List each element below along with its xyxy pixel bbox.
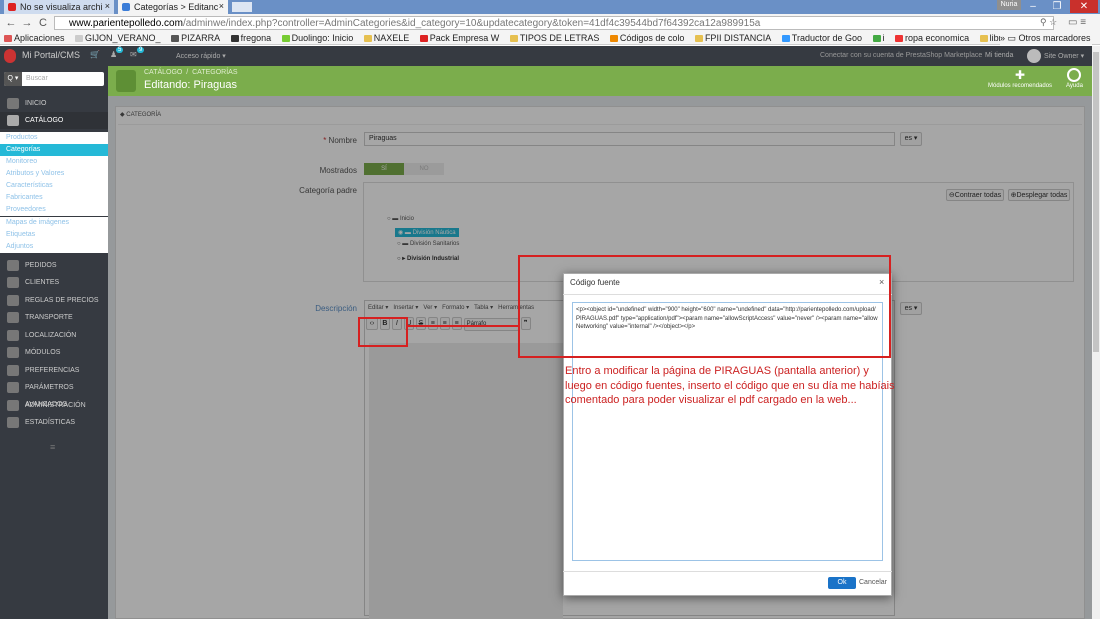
sidebar-subitem[interactable]: Mapas de imágenes <box>0 217 108 229</box>
minimize-icon[interactable]: – <box>1022 0 1044 13</box>
wrench-icon <box>7 365 19 376</box>
prestashop-icon <box>122 3 130 11</box>
editor-body[interactable] <box>369 343 563 619</box>
bookmark-item[interactable]: Pack Empresa W <box>416 32 504 44</box>
tab-label: Categorías > Editanc <box>134 2 219 12</box>
annotation-text: Entro a modificar la página de PIRAGUAS … <box>565 365 895 406</box>
sidebar-subitem[interactable]: Adjuntos <box>0 241 108 253</box>
sidebar-item-parametros[interactable]: PARÁMETROS AVANZADOS <box>0 379 108 408</box>
sidebar-subitem[interactable]: Proveedores <box>0 204 108 216</box>
recommended-modules-button[interactable]: Módulos recomendados <box>988 83 1052 89</box>
bookmarks-bar: Aplicaciones GIJON_VERANO_ PIZARRA frego… <box>0 32 1100 45</box>
bookmark-item[interactable]: Duolingo: Inicio <box>278 32 358 44</box>
sidebar-item-preferencias[interactable]: PREFERENCIAS <box>0 362 108 379</box>
sidebar-item-localizacion[interactable]: LOCALIZACIÓN <box>0 327 108 344</box>
bookmark-item[interactable]: GIJON_VERANO_ <box>71 32 165 44</box>
maximize-icon[interactable]: ❐ <box>1046 0 1068 13</box>
browser-tab-2[interactable]: Categorías > Editanc × <box>118 0 228 14</box>
bookmark-item[interactable]: ropa economica <box>891 32 973 44</box>
gmail-icon <box>8 3 16 11</box>
sidebar-item-transporte[interactable]: TRANSPORTE <box>0 309 108 326</box>
prestashop-logo-icon <box>4 49 16 63</box>
browser-tab-1[interactable]: No se visualiza archi × <box>4 0 114 14</box>
cart-icon[interactable]: 🛒 <box>90 50 100 59</box>
divider <box>563 571 892 572</box>
back-icon[interactable]: ← <box>4 14 18 32</box>
orders-icon <box>7 260 19 271</box>
brand-title[interactable]: Mi Portal/CMS <box>22 50 80 60</box>
forward-icon[interactable]: → <box>20 14 34 32</box>
price-rules-icon <box>7 295 19 306</box>
messages-icon[interactable]: ✉ <box>130 50 137 59</box>
sidebar-subitem[interactable]: Monitoreo <box>0 156 108 168</box>
window-close-icon[interactable]: ✕ <box>1070 0 1098 13</box>
close-icon[interactable]: × <box>105 1 110 11</box>
collapse-menu-icon[interactable]: ≡ <box>50 442 55 452</box>
puzzle-icon[interactable]: ✚ <box>1015 68 1025 82</box>
marketplace-link[interactable]: Conectar con su cuenta de PrestaShop Mar… <box>820 52 982 59</box>
breadcrumb: CATÁLOGO / CATEGORÍAS <box>144 69 238 76</box>
gear-icon <box>7 400 19 411</box>
annotation-highlight-dialog <box>518 255 891 358</box>
bookmark-item[interactable]: Códigos de colo <box>606 32 689 44</box>
other-bookmarks[interactable]: » ▭ Otros marcadores <box>1000 32 1092 45</box>
truck-icon <box>7 312 19 323</box>
help-button[interactable]: Ayuda <box>1066 83 1083 89</box>
avatar[interactable] <box>1027 49 1041 63</box>
gears-icon <box>7 382 19 393</box>
zoom-icon[interactable]: ⚲ ☆ <box>1040 17 1057 28</box>
catalog-icon <box>7 115 19 126</box>
catalog-book-icon <box>116 70 136 92</box>
help-icon[interactable] <box>1067 68 1081 82</box>
tab-label: No se visualiza archi <box>20 2 103 12</box>
sidebar-item-administracion[interactable]: ADMINISTRACIÓN <box>0 397 108 414</box>
annotation-connector <box>406 325 519 327</box>
sidebar-item-inicio[interactable]: INICIO <box>0 95 108 112</box>
sidebar-subitem[interactable]: Características <box>0 180 108 192</box>
sidebar-item-clientes[interactable]: CLIENTES <box>0 274 108 291</box>
bookmark-item[interactable]: Traductor de Goo <box>778 32 866 44</box>
globe-icon <box>7 330 19 341</box>
sidebar-subitem[interactable]: Productos <box>0 132 108 144</box>
page-header <box>108 66 1100 96</box>
quick-access-menu[interactable]: Acceso rápido ▾ <box>176 52 226 60</box>
page-title: Editando: Piraguas <box>144 79 237 91</box>
reload-icon[interactable]: C <box>36 14 50 32</box>
sidebar-item-estadisticas[interactable]: ESTADÍSTICAS <box>0 414 108 431</box>
puzzle-icon <box>7 347 19 358</box>
sidebar-item-catalogo[interactable]: CATÁLOGO <box>0 112 108 129</box>
sidebar-subitem[interactable]: Fabricantes <box>0 192 108 204</box>
menu-icon[interactable]: ▭ ≡ <box>1068 17 1086 28</box>
search-icon[interactable]: Q ▾ <box>4 72 22 86</box>
customers-icon <box>7 277 19 288</box>
sidebar-item-reglas[interactable]: REGLAS DE PRECIOS <box>0 292 108 309</box>
sidebar-subitem[interactable]: Atributos y Valores <box>0 168 108 180</box>
sidebar-item-pedidos[interactable]: PEDIDOS <box>0 257 108 274</box>
scrollbar-thumb[interactable] <box>1093 52 1099 352</box>
sidebar-subitem[interactable]: Etiquetas <box>0 229 108 241</box>
annotation-highlight-source-button <box>358 317 408 347</box>
bookmark-item[interactable]: fregona <box>227 32 276 44</box>
stats-icon <box>7 417 19 428</box>
url-host: www.parientepolledo.com <box>69 18 183 29</box>
bookmark-folder[interactable]: FPII DISTANCIA <box>691 32 775 44</box>
new-tab-button[interactable] <box>232 2 252 12</box>
bookmark-apps[interactable]: Aplicaciones <box>0 32 69 44</box>
user-badge[interactable]: Nuria <box>997 0 1021 10</box>
dashboard-icon <box>7 98 19 109</box>
url-input[interactable]: www.parientepolledo.com/adminwe/index.ph… <box>54 16 1054 30</box>
sidebar-subitem-active[interactable]: Categorías <box>0 144 108 156</box>
bookmark-item[interactable]: PIZARRA <box>167 32 224 44</box>
store-link[interactable]: Mi tienda <box>985 52 1013 59</box>
close-icon[interactable]: × <box>219 1 224 11</box>
cancel-button[interactable]: Cancelar <box>859 579 887 586</box>
bookmark-folder[interactable]: TIPOS DE LETRAS <box>506 32 604 44</box>
url-path: /adminwe/index.php?controller=AdminCateg… <box>182 18 761 29</box>
bookmark-folder[interactable]: NAXELE <box>360 32 414 44</box>
ok-button[interactable]: Ok <box>828 577 856 589</box>
bookmark-item[interactable]: i <box>869 32 889 44</box>
owner-menu[interactable]: Site Owner ▾ <box>1044 52 1084 60</box>
sidebar-item-modulos[interactable]: MÓDULOS <box>0 344 108 361</box>
